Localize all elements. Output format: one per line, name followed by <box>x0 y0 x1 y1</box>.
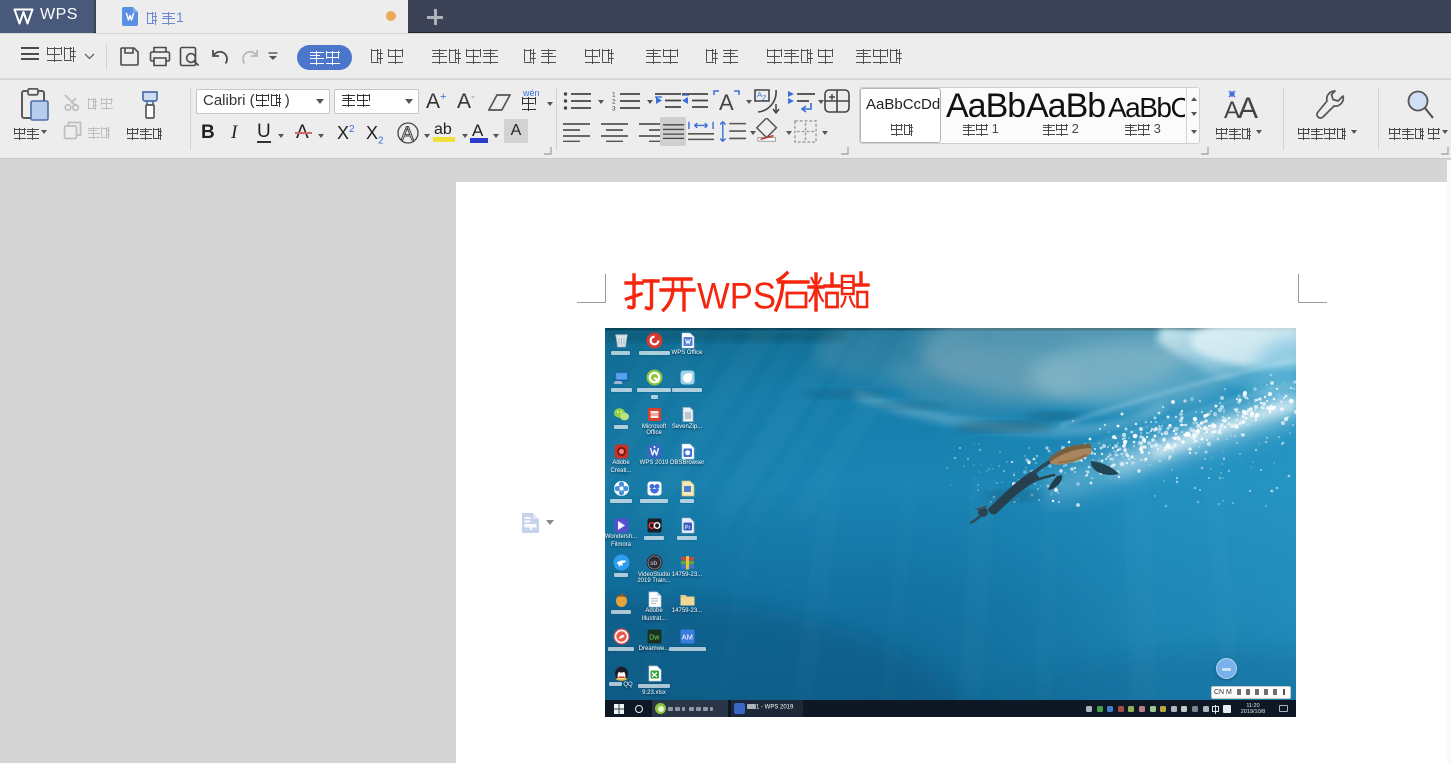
svg-text:3: 3 <box>612 106 616 112</box>
svg-text:A: A <box>1238 92 1258 120</box>
svg-text:1: 1 <box>612 92 616 99</box>
svg-text:A: A <box>719 90 734 113</box>
svg-text:AM: AM <box>682 633 693 642</box>
svg-text:Z: Z <box>762 94 767 103</box>
svg-text:Dw: Dw <box>649 635 660 642</box>
svg-text:WPS: WPS <box>697 276 776 316</box>
svg-text:sb: sb <box>650 560 657 567</box>
svg-text:2: 2 <box>612 99 616 106</box>
svg-text:Pr: Pr <box>685 525 691 531</box>
